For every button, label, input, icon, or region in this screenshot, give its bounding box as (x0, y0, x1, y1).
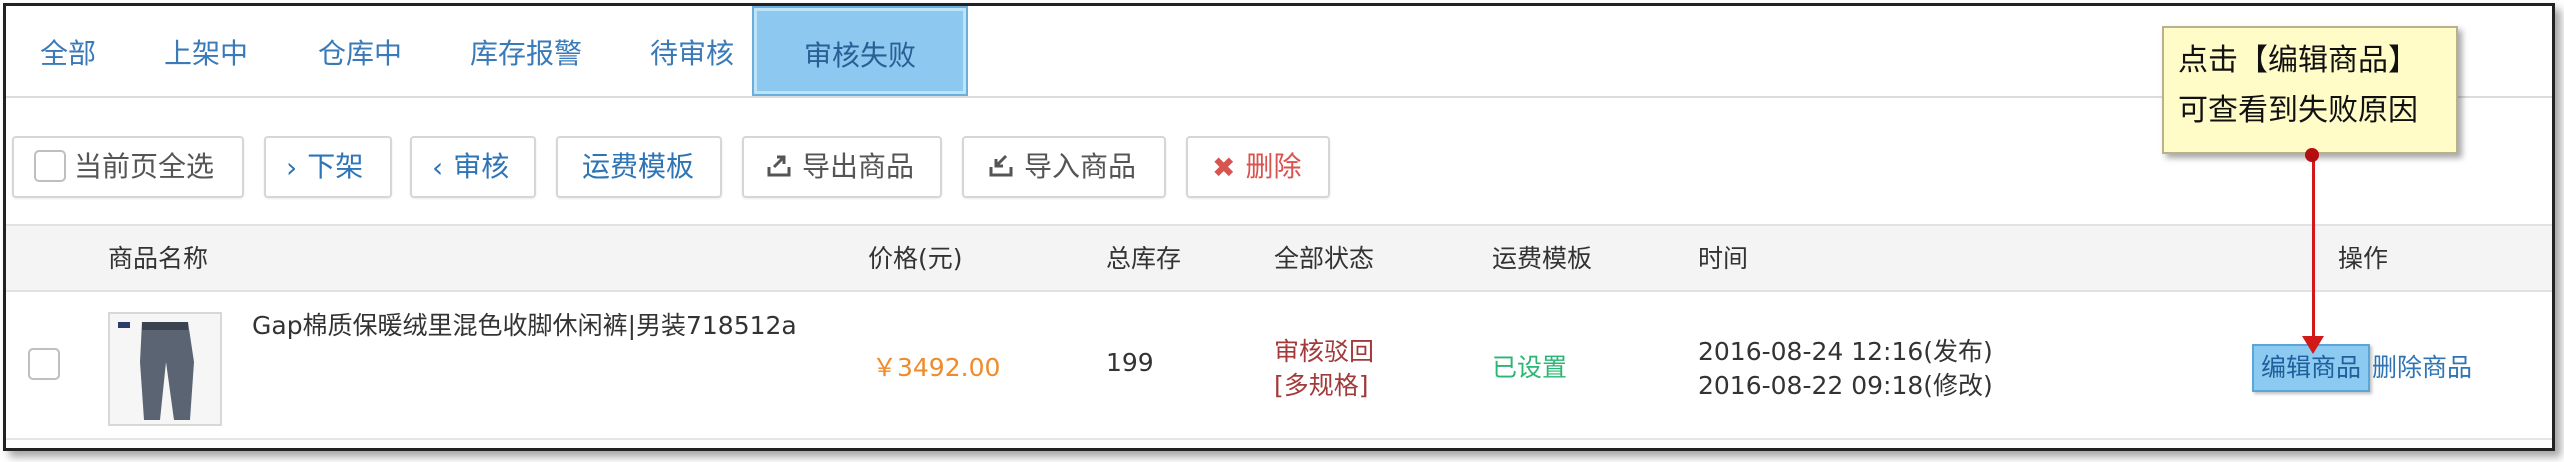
product-stock: 199 (1106, 348, 1154, 377)
callout-arrow-line (2312, 153, 2315, 341)
callout-arrow-head (2302, 336, 2324, 354)
shipping-status: 已设置 (1492, 353, 1568, 382)
chevron-left-icon: ‹ (432, 151, 444, 184)
header-product-name: 商品名称 (108, 244, 209, 273)
review-button[interactable]: ‹ 审核 (410, 136, 536, 198)
tab-on-shelf[interactable]: 上架中 (164, 6, 248, 96)
callout-arrow-dot (2305, 148, 2319, 162)
import-products-button[interactable]: 导入商品 (962, 136, 1166, 198)
callout-line-2: 可查看到失败原因 (2178, 93, 2418, 128)
shipping-template-button[interactable]: 运费模板 (556, 136, 722, 198)
product-management-panel: 全部 上架中 仓库中 库存报警 待审核 审核失败 当前页全选 › 下架 ‹ 审核 运… (3, 3, 2555, 451)
chevron-right-icon: › (286, 151, 298, 184)
table-header: 商品名称 价格(元) 总库存 全部状态 运费模板 时间 操作 (6, 224, 2552, 292)
tab-review-failed[interactable]: 审核失败 (752, 6, 968, 96)
product-thumbnail[interactable] (108, 312, 222, 426)
export-icon (766, 139, 792, 197)
header-actions: 操作 (2338, 244, 2389, 273)
close-icon: ✖ (1212, 151, 1236, 184)
time-published: 2016-08-24 12:16(发布) (1698, 337, 1993, 366)
review-label: 审核 (453, 150, 510, 183)
status-multi-spec: [多规格] (1274, 371, 1369, 400)
header-price: 价格(元) (868, 244, 963, 273)
status-rejected: 审核驳回 (1274, 337, 1375, 366)
callout-note: 点击【编辑商品】 可查看到失败原因 (2162, 26, 2458, 154)
select-all-label: 当前页全选 (74, 150, 215, 183)
import-label: 导入商品 (1024, 150, 1137, 183)
tab-all[interactable]: 全部 (40, 6, 96, 96)
header-stock: 总库存 (1106, 244, 1182, 273)
import-icon (988, 139, 1014, 197)
delete-button[interactable]: ✖ 删除 (1186, 136, 1330, 198)
tab-stock-alert[interactable]: 库存报警 (470, 6, 582, 96)
header-time: 时间 (1698, 244, 1749, 273)
tab-pending-review[interactable]: 待审核 (650, 6, 734, 96)
table-row: Gap棉质保暖绒里混色收脚休闲裤|男装718512a ￥3492.00 199 … (6, 292, 2552, 440)
delete-product-link[interactable]: 删除商品 (2372, 348, 2472, 384)
off-shelf-label: 下架 (307, 150, 364, 183)
tab-in-warehouse[interactable]: 仓库中 (318, 6, 402, 96)
off-shelf-button[interactable]: › 下架 (264, 136, 392, 198)
header-shipping-template: 运费模板 (1492, 244, 1593, 273)
delete-label: 删除 (1245, 150, 1302, 183)
product-name-link[interactable]: Gap棉质保暖绒里混色收脚休闲裤|男装718512a (252, 306, 797, 342)
select-all-button[interactable]: 当前页全选 (12, 136, 244, 198)
row-checkbox[interactable] (28, 348, 60, 380)
export-products-button[interactable]: 导出商品 (742, 136, 942, 198)
product-price: ￥3492.00 (872, 353, 1001, 382)
export-label: 导出商品 (802, 150, 915, 183)
shipping-template-label: 运费模板 (582, 150, 695, 183)
callout-line-1: 点击【编辑商品】 (2178, 43, 2418, 78)
select-all-checkbox[interactable] (34, 150, 66, 182)
time-modified: 2016-08-22 09:18(修改) (1698, 371, 1993, 400)
header-status[interactable]: 全部状态 (1274, 226, 1374, 292)
